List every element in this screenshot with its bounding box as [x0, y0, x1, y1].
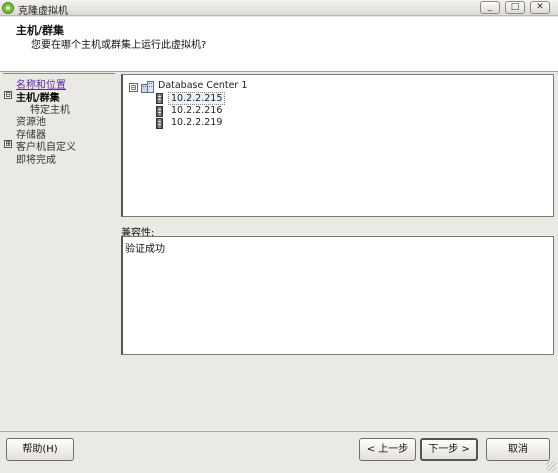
tree-item-host-219[interactable]: 10.2.2.219 — [171, 117, 222, 128]
next-button[interactable]: 下一步 > — [420, 438, 478, 461]
nav-step-ready-to-complete: 即将完成 — [16, 155, 56, 166]
compatibility-box: 验证成功 — [121, 236, 554, 355]
host-tree-panel[interactable]: ⊟ Database Center 1 10.2.2.215 10.2.2.21… — [121, 74, 554, 217]
wizard-header: 主机/群集 您要在哪个主机或群集上运行此虚拟机? — [0, 17, 558, 72]
collapse-icon[interactable]: ⊟ — [4, 91, 12, 99]
host-icon — [156, 118, 163, 129]
footer-divider — [0, 431, 558, 432]
expand-icon[interactable]: ⊞ — [4, 140, 12, 148]
back-button[interactable]: < 上一步 — [359, 438, 416, 461]
title-bar: 克隆虚拟机 _ □ ✕ — [0, 0, 558, 17]
datacenter-icon — [141, 81, 154, 93]
wizard-steps-nav: 名称和位置 ⊟ 主机/群集 特定主机 资源池 存储器 ⊞ 客户机自定义 即将完成 — [0, 73, 117, 431]
host-icon — [156, 106, 163, 117]
app-icon — [2, 2, 14, 14]
maximize-button[interactable]: □ — [505, 1, 525, 14]
close-button[interactable]: ✕ — [530, 1, 550, 14]
cancel-button[interactable]: 取消 — [486, 438, 550, 461]
compatibility-result: 验证成功 — [125, 244, 165, 255]
wizard-content: ⊟ Database Center 1 10.2.2.215 10.2.2.21… — [117, 73, 558, 431]
help-button[interactable]: 帮助(H) — [6, 438, 74, 461]
minimize-button[interactable]: _ — [480, 1, 500, 14]
window-title: 克隆虚拟机 — [18, 6, 68, 17]
resize-grip-icon[interactable] — [546, 461, 556, 471]
host-icon — [156, 93, 163, 104]
datacenter-label[interactable]: Database Center 1 — [158, 80, 247, 91]
page-subtitle: 您要在哪个主机或群集上运行此虚拟机? — [31, 40, 207, 51]
tree-item-host-216[interactable]: 10.2.2.216 — [171, 105, 222, 116]
tree-item-host-215[interactable]: 10.2.2.215 — [168, 92, 226, 105]
nav-divider — [3, 73, 115, 74]
tree-collapse-icon[interactable]: ⊟ — [129, 83, 138, 92]
